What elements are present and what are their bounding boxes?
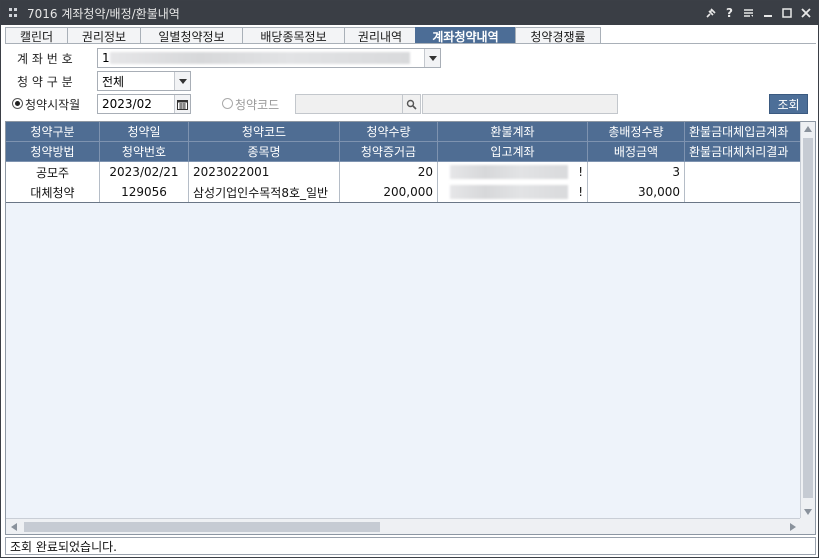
pin-icon[interactable]	[702, 4, 719, 22]
tab-account-subscription[interactable]: 계좌청약내역	[415, 27, 516, 44]
col-header[interactable]: 입고계좌	[438, 142, 588, 162]
cell-refund-transfer-account	[685, 162, 801, 182]
calendar-icon[interactable]	[174, 95, 190, 113]
account-select[interactable]: 1	[97, 48, 441, 68]
start-month-radio[interactable]	[12, 98, 23, 109]
col-header[interactable]: 환불금대체처리결과	[685, 142, 801, 162]
col-header[interactable]: 청약증거금	[340, 142, 438, 162]
col-header[interactable]: 청약수량	[340, 122, 438, 142]
cell-refund-transfer-result	[685, 182, 801, 202]
scroll-right-icon[interactable]	[790, 523, 796, 531]
table-row[interactable]: 대체청약 129056 삼성기업인수목적8호_일반 200,000 ! 30,0…	[6, 182, 801, 202]
tab-calendar[interactable]: 캘린더	[5, 27, 68, 44]
receiving-account-masked	[450, 185, 568, 199]
account-masked	[110, 52, 410, 64]
account-value: 1	[102, 51, 110, 65]
status-message: 조회 완료되었습니다.	[10, 539, 117, 554]
cell-subscription-number: 129056	[100, 182, 189, 202]
scroll-down-icon[interactable]	[804, 509, 812, 515]
tab-dividend-stocks[interactable]: 배당종목정보	[242, 27, 345, 44]
cell-subscription-type: 공모주	[6, 162, 100, 182]
tab-rights-history[interactable]: 권리내역	[344, 27, 416, 44]
maximize-icon[interactable]	[778, 4, 795, 22]
code-input[interactable]	[295, 94, 403, 114]
tab-daily-subscription[interactable]: 일별청약정보	[140, 27, 243, 44]
col-header[interactable]: 배정금액	[588, 142, 685, 162]
cell-receiving-account: !	[438, 182, 588, 202]
cell-subscription-code: 2023022001	[189, 162, 340, 182]
subscription-type-select[interactable]: 전체	[97, 71, 191, 91]
search-icon[interactable]	[402, 94, 421, 114]
cell-stock-name: 삼성기업인수목적8호_일반	[189, 182, 340, 202]
scroll-corner	[800, 518, 815, 534]
tab-divider	[5, 43, 816, 44]
help-icon[interactable]: ?	[721, 4, 738, 22]
minimize-icon[interactable]	[759, 4, 776, 22]
window-title: 7016 계좌청약/배정/환불내역	[27, 6, 180, 21]
chevron-down-icon[interactable]	[424, 49, 440, 67]
account-label: 계 좌 번 호	[17, 52, 73, 66]
code-name-field	[422, 94, 618, 114]
col-header[interactable]: 청약방법	[6, 142, 100, 162]
row-divider	[6, 202, 801, 203]
tab-bar: 캘린더 권리정보 일별청약정보 배당종목정보 권리내역 계좌청약내역 청약경쟁률	[5, 27, 601, 44]
table-row[interactable]: 공모주 2023/02/21 2023022001 20 ! 3	[6, 162, 801, 182]
tab-rights-info[interactable]: 권리정보	[67, 27, 141, 44]
close-icon[interactable]	[797, 4, 814, 22]
subscription-type-value: 전체	[102, 74, 125, 89]
col-header[interactable]: 환불계좌	[438, 122, 588, 142]
cell-subscription-date: 2023/02/21	[100, 162, 189, 182]
code-radio[interactable]	[222, 98, 233, 109]
col-header[interactable]: 청약번호	[100, 142, 189, 162]
menu-icon[interactable]	[740, 4, 757, 22]
start-month-value: 2023/02	[102, 97, 152, 111]
start-month-radio-label: 청약시작월	[25, 98, 81, 112]
cell-refund-account: !	[438, 162, 588, 182]
cell-subscription-deposit: 200,000	[340, 182, 438, 202]
cell-subscription-qty: 20	[340, 162, 438, 182]
cell-total-allocated-qty: 3	[588, 162, 685, 182]
cell-allocated-amount: 30,000	[588, 182, 685, 202]
col-header[interactable]: 총배정수량	[588, 122, 685, 142]
subscription-type-label: 청 약 구 분	[17, 75, 73, 89]
query-button[interactable]: 조회	[769, 94, 808, 114]
col-header[interactable]: 청약구분	[6, 122, 100, 142]
cell-subscription-method: 대체청약	[6, 182, 100, 202]
status-bar: 조회 완료되었습니다.	[5, 537, 816, 555]
col-header[interactable]: 환불금대체입금계좌	[685, 122, 801, 142]
code-radio-label: 청약코드	[235, 98, 280, 112]
grid-header: 청약구분 청약일 청약코드 청약수량 환불계좌 총배정수량 환불금대체입금계좌 …	[6, 122, 801, 162]
chevron-down-icon[interactable]	[174, 72, 190, 90]
vertical-scroll-thumb[interactable]	[803, 138, 813, 498]
tab-competition-rate[interactable]: 청약경쟁률	[515, 27, 601, 44]
col-header[interactable]: 청약코드	[189, 122, 340, 142]
title-bar: 7016 계좌청약/배정/환불내역 ?	[1, 1, 818, 25]
app-window: 7016 계좌청약/배정/환불내역 ? 캘린더 권리정보 일별청약정보 배당종목…	[0, 0, 819, 558]
col-header[interactable]: 종목명	[189, 142, 340, 162]
start-month-input[interactable]: 2023/02	[97, 94, 191, 114]
scroll-up-icon[interactable]	[804, 126, 812, 132]
grip-icon[interactable]	[9, 8, 19, 18]
vertical-scrollbar[interactable]	[800, 122, 815, 519]
horizontal-scroll-thumb[interactable]	[24, 522, 380, 532]
col-header[interactable]: 청약일	[100, 122, 189, 142]
horizontal-scrollbar[interactable]	[6, 518, 801, 534]
scroll-left-icon[interactable]	[11, 523, 17, 531]
refund-account-masked	[450, 165, 568, 179]
subscription-grid: 청약구분 청약일 청약코드 청약수량 환불계좌 총배정수량 환불금대체입금계좌 …	[5, 121, 816, 535]
